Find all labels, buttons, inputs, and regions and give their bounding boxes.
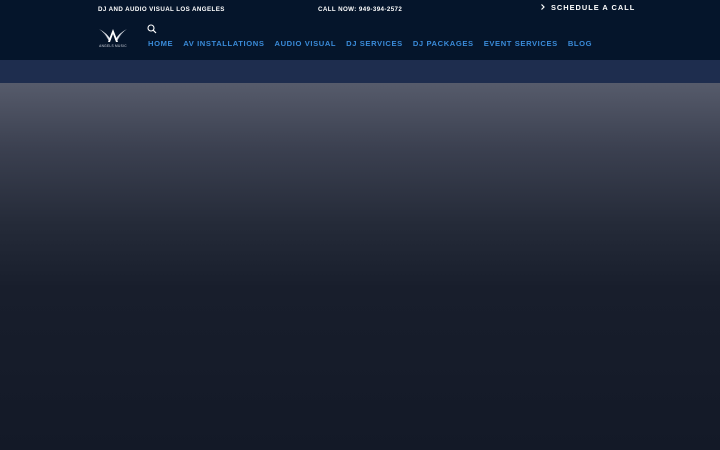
nav-item-event-services[interactable]: EVENT SERVICES	[484, 39, 558, 49]
header-band	[0, 60, 720, 83]
hero-section	[0, 83, 720, 450]
phone-link[interactable]: CALL NOW: 949-394-2572	[318, 6, 402, 13]
nav-item-dj-services[interactable]: DJ SERVICES	[346, 39, 403, 49]
nav-item-home[interactable]: HOME	[148, 39, 173, 49]
angel-wings-logo-icon	[99, 29, 127, 42]
nav-item-dj-packages[interactable]: DJ PACKAGES	[413, 39, 474, 49]
site-logo[interactable]: ANGELS MUSIC	[96, 27, 130, 50]
header-tagline: DJ AND AUDIO VISUAL LOS ANGELES	[98, 6, 225, 13]
chevron-right-icon	[541, 4, 545, 10]
nav-item-blog[interactable]: BLOG	[568, 39, 592, 49]
logo-wordmark: ANGELS MUSIC	[99, 44, 127, 48]
nav-item-av-installations[interactable]: AV INSTALLATIONS	[183, 39, 264, 49]
site-header: DJ AND AUDIO VISUAL LOS ANGELES CALL NOW…	[0, 0, 720, 60]
schedule-call-label: SCHEDULE A CALL	[551, 2, 636, 12]
nav-item-audio-visual[interactable]: AUDIO VISUAL	[275, 39, 337, 49]
schedule-call-button[interactable]: SCHEDULE A CALL	[540, 2, 635, 12]
main-nav: HOME AV INSTALLATIONS AUDIO VISUAL DJ SE…	[148, 39, 592, 49]
search-icon[interactable]	[147, 24, 157, 34]
